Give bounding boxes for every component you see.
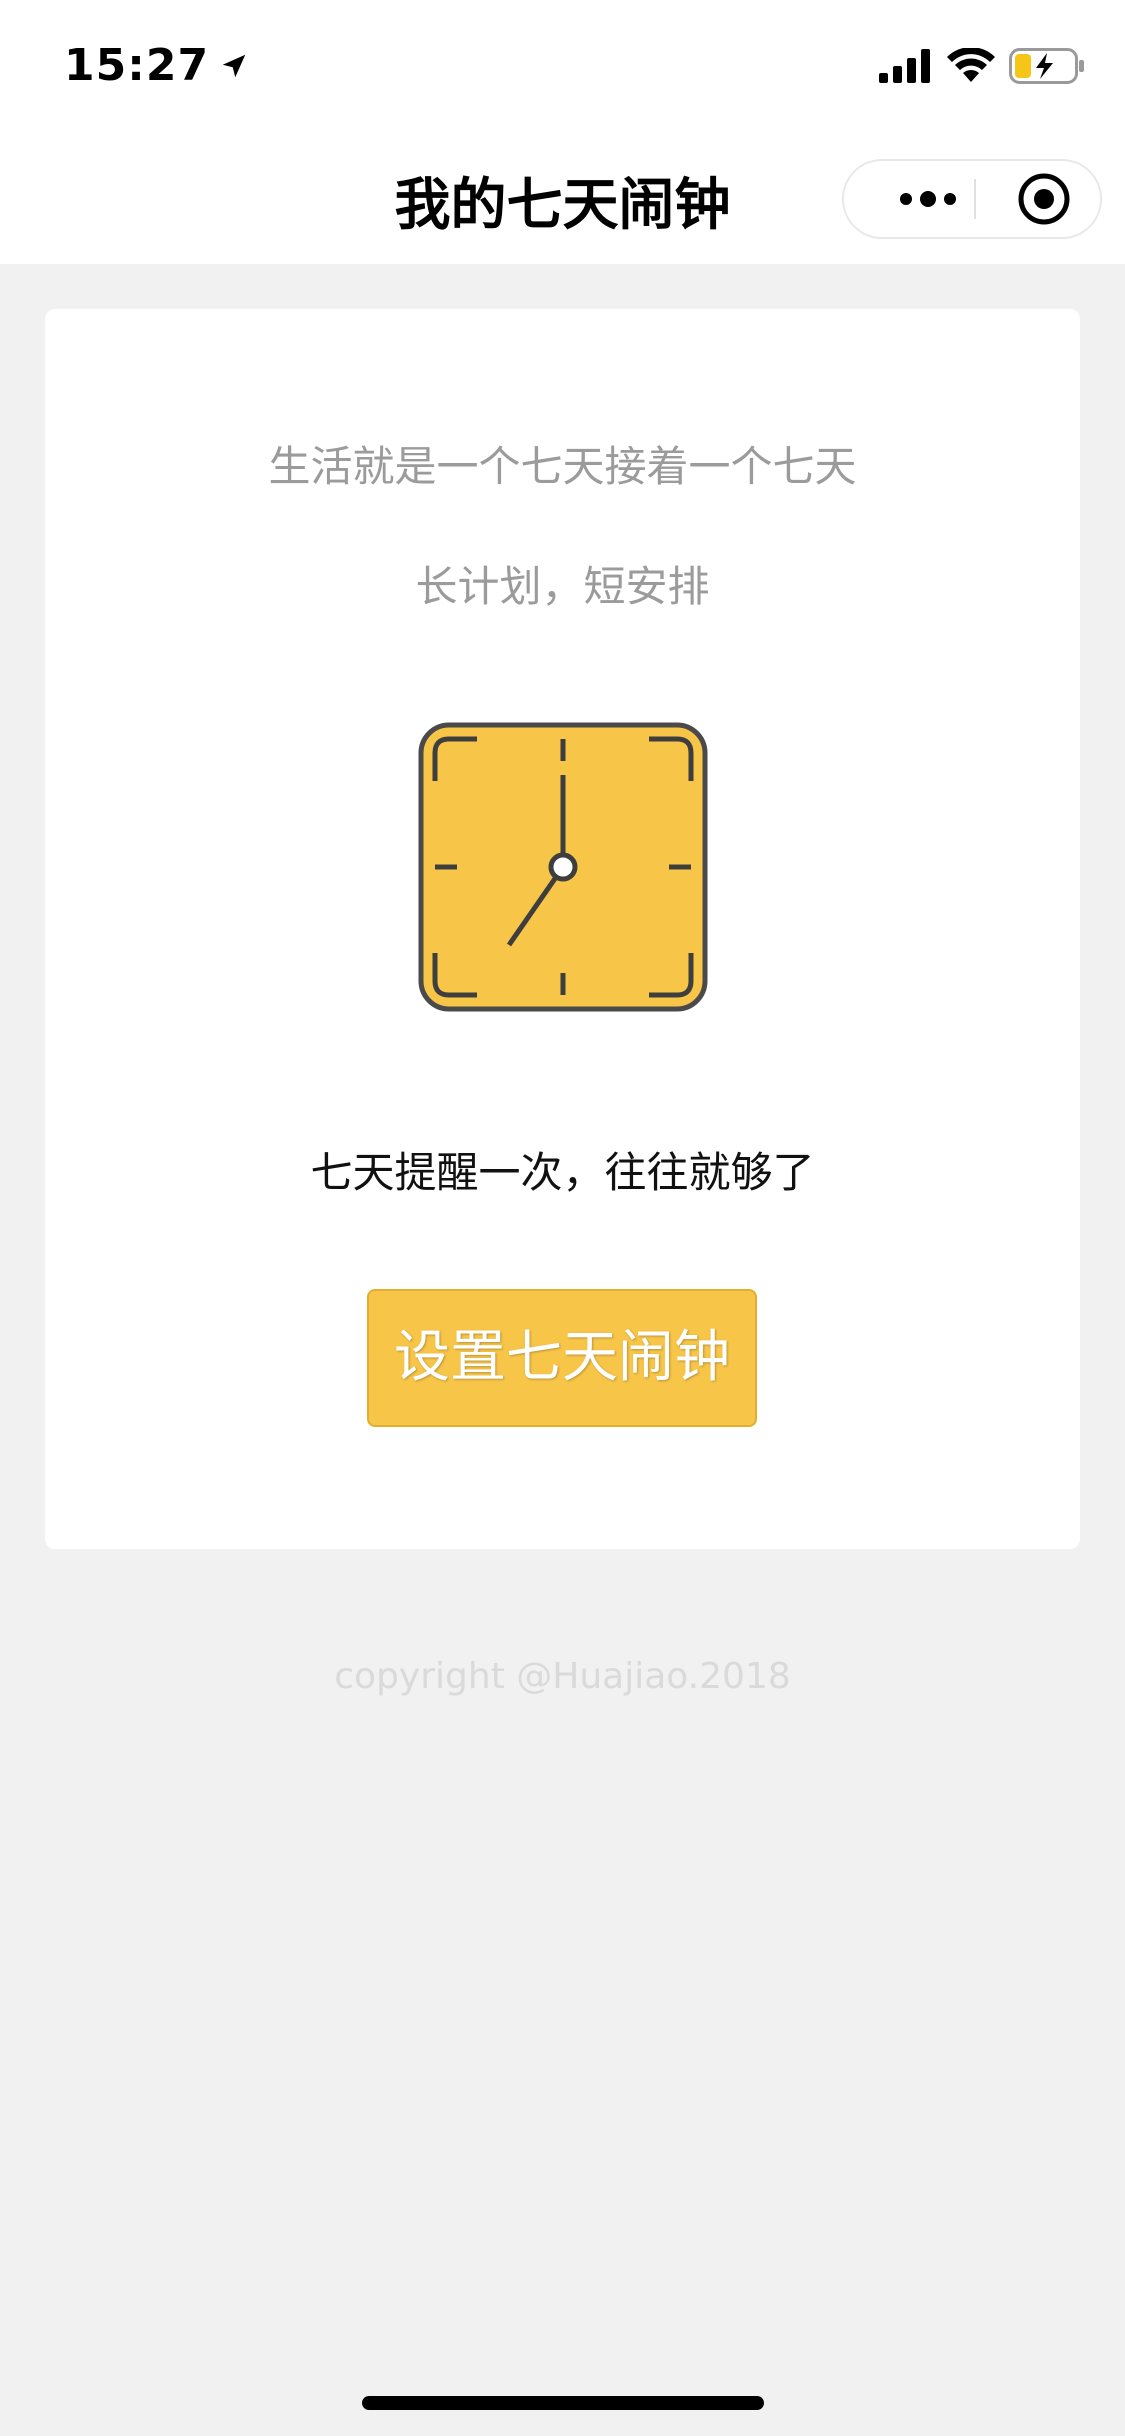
slogan-line-1: 生活就是一个七天接着一个七天 [268,442,857,491]
close-button[interactable] [1000,161,1088,237]
main-card: 生活就是一个七天接着一个七天 长计划，短安排 七天提醒一次，往往就够了 设置七天… [45,309,1080,1549]
set-alarm-button[interactable]: 设置七天闹钟 [367,1289,757,1427]
more-button[interactable] [884,161,972,237]
status-bar: 15:27 [0,0,1125,132]
battery-charging-icon [1009,48,1084,84]
status-time: 15:27 [64,40,249,91]
status-indicators [865,48,1085,84]
reminder-text: 七天提醒一次，往往就够了 [310,1148,815,1197]
more-dots-icon [900,191,956,207]
home-indicator[interactable] [362,2396,764,2410]
nav-bar: 我的七天闹钟 [0,132,1125,264]
mini-program-capsule [842,159,1102,239]
copyright-text: copyright @Huajiao.2018 [334,1656,791,1697]
status-time-text: 15:27 [64,40,210,91]
capsule-divider [974,179,976,219]
slogan-line-2: 长计划，短安排 [415,562,710,611]
location-arrow-icon [222,54,246,77]
clock-icon [418,722,708,1012]
target-close-icon [1018,173,1070,225]
cellular-signal-icon [879,49,930,83]
wifi-icon [947,48,995,82]
